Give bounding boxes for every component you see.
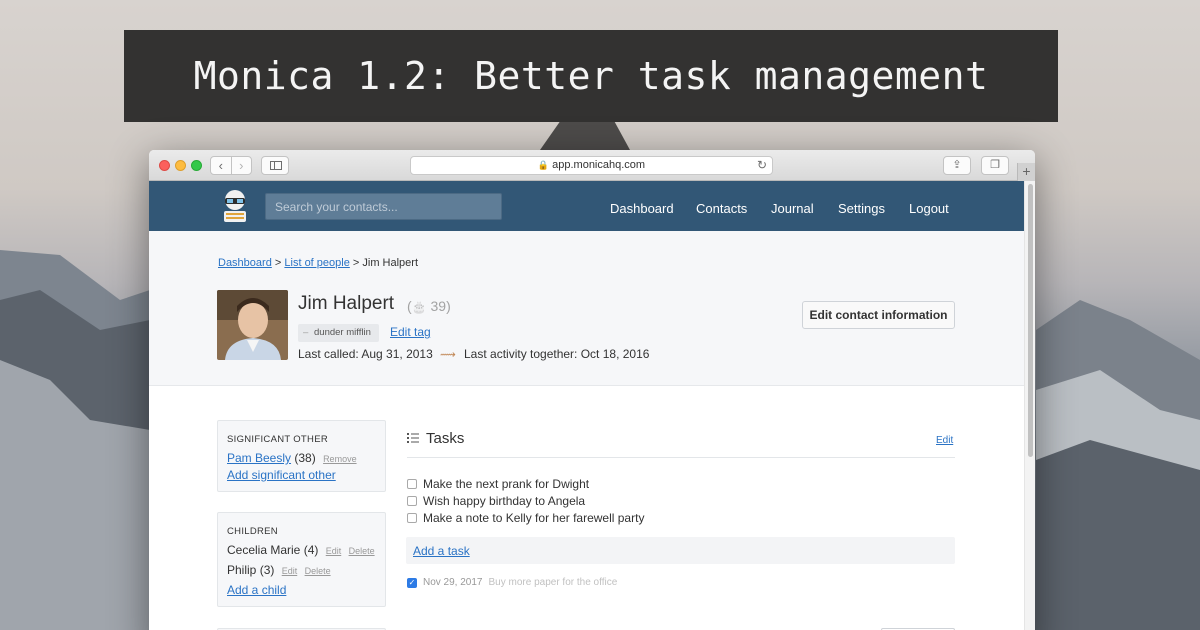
history-nav: ‹ › — [210, 156, 252, 175]
url-text: app.monicahq.com — [552, 159, 646, 171]
child-entry: Cecelia Marie (4) Edit Delete — [227, 543, 375, 557]
significant-other-heading: SIGNIFICANT OTHER — [227, 434, 328, 445]
reload-icon[interactable]: ↻ — [757, 157, 767, 174]
nav-logout[interactable]: Logout — [909, 181, 949, 231]
significant-other-entry: Pam Beesly (38) Remove — [227, 451, 357, 465]
nav-contacts[interactable]: Contacts — [696, 181, 747, 231]
list-icon — [407, 433, 419, 443]
contact-age: (🎂 39) — [407, 298, 451, 314]
chevron-right-icon[interactable]: › — [230, 157, 252, 174]
activity-icon: ⟿ — [440, 349, 456, 361]
monica-logo-icon[interactable] — [220, 189, 250, 223]
sidebar-icon[interactable] — [261, 156, 289, 175]
plus-icon[interactable]: + — [1017, 163, 1035, 181]
add-significant-other-link[interactable]: Add significant other — [227, 468, 336, 482]
browser-window: ‹ › 🔒 app.monicahq.com ↻ ⇪ ❐ + Search you… — [149, 150, 1035, 630]
task-label: Make a note to Kelly for her farewell pa… — [423, 511, 645, 525]
edit-contact-button[interactable]: Edit contact information — [802, 301, 955, 329]
task-checkbox[interactable] — [407, 479, 417, 489]
child-age: (3) — [259, 563, 275, 577]
child-age: (4) — [303, 543, 319, 557]
completed-task-item: ✓ Nov 29, 2017 Buy more paper for the of… — [407, 577, 617, 588]
birthday-cake-icon: 🎂 — [411, 300, 427, 314]
breadcrumb-separator: > — [274, 257, 282, 269]
children-heading: CHILDREN — [227, 526, 278, 537]
chevron-left-icon[interactable]: ‹ — [211, 157, 231, 174]
task-item: Make a note to Kelly for her farewell pa… — [407, 511, 644, 525]
breadcrumb-list-of-people[interactable]: List of people — [284, 257, 349, 269]
add-task-bar: Add a task — [406, 537, 955, 564]
lock-icon: 🔒 — [537, 160, 550, 170]
share-icon[interactable]: ⇪ — [943, 156, 971, 175]
task-item: Make the next prank for Dwight — [407, 477, 589, 491]
tasks-divider — [407, 457, 955, 458]
browser-titlebar: ‹ › 🔒 app.monicahq.com ↻ ⇪ ❐ + — [149, 150, 1035, 181]
breadcrumb-dashboard[interactable]: Dashboard — [218, 257, 272, 269]
delete-child-link[interactable]: Delete — [349, 546, 375, 556]
checked-checkbox-icon[interactable]: ✓ — [407, 577, 417, 588]
add-child-link[interactable]: Add a child — [227, 583, 286, 597]
completed-task-description: Buy more paper for the office — [488, 577, 618, 588]
significant-other-age: (38) — [294, 451, 316, 465]
age-paren: ( — [407, 298, 412, 314]
contact-name: Jim Halpert — [298, 293, 395, 314]
task-item: Wish happy birthday to Angela — [407, 494, 585, 508]
title-banner: Monica 1.2: Better task management — [124, 30, 1058, 122]
significant-other-card: SIGNIFICANT OTHER Pam Beesly (38) Remove… — [217, 420, 386, 492]
tasks-title: Tasks — [426, 430, 465, 447]
child-name: Cecelia Marie — [227, 543, 301, 557]
add-task-link[interactable]: Add a task — [413, 544, 470, 558]
children-card: CHILDREN Cecelia Marie (4) Edit Delete P… — [217, 512, 386, 607]
nav-dashboard[interactable]: Dashboard — [610, 181, 674, 231]
contact-header: Dashboard > List of people > Jim Halpert… — [149, 231, 1024, 386]
contact-avatar — [217, 290, 288, 360]
last-activity: Last activity together: Oct 18, 2016 — [464, 347, 650, 361]
edit-tag-link[interactable]: Edit tag — [390, 325, 431, 339]
task-label: Wish happy birthday to Angela — [423, 494, 586, 508]
breadcrumb-separator: > — [352, 257, 360, 269]
edit-child-link[interactable]: Edit — [326, 546, 342, 556]
maximize-window-button[interactable] — [191, 160, 202, 171]
last-called: Last called: Aug 31, 2013 — [298, 347, 433, 361]
significant-other-name[interactable]: Pam Beesly — [227, 451, 291, 465]
add-child-row: Add a child — [227, 583, 286, 597]
child-entry: Philip (3) Edit Delete — [227, 563, 331, 577]
app-header: Search your contacts... Dashboard Contac… — [149, 181, 1024, 231]
task-label: Make the next prank for Dwight — [423, 477, 590, 491]
completed-task-date: Nov 29, 2017 — [423, 577, 483, 588]
nav-settings[interactable]: Settings — [838, 181, 885, 231]
task-checkbox[interactable] — [407, 513, 417, 523]
close-window-button[interactable] — [159, 160, 170, 171]
delete-child-link[interactable]: Delete — [305, 566, 331, 576]
breadcrumb-current: Jim Halpert — [362, 257, 419, 269]
nav-journal[interactable]: Journal — [771, 181, 814, 231]
child-name: Philip — [227, 563, 257, 577]
remove-significant-other-link[interactable]: Remove — [323, 454, 357, 464]
minimize-window-button[interactable] — [175, 160, 186, 171]
add-significant-other-row: Add significant other — [227, 468, 336, 482]
age-value: 39) — [430, 298, 451, 314]
address-bar[interactable]: 🔒 app.monicahq.com ↻ — [410, 156, 773, 175]
tag-chip[interactable]: dunder mifflin — [298, 324, 379, 342]
edit-tasks-link[interactable]: Edit — [936, 435, 953, 446]
task-checkbox[interactable] — [407, 496, 417, 506]
page-scrollbar[interactable] — [1024, 181, 1035, 630]
breadcrumb: Dashboard > List of people > Jim Halpert — [218, 257, 418, 269]
banner-title: Monica 1.2: Better task management — [193, 54, 989, 98]
tabs-icon[interactable]: ❐ — [981, 156, 1009, 175]
search-input[interactable]: Search your contacts... — [265, 193, 502, 220]
edit-child-link[interactable]: Edit — [282, 566, 298, 576]
